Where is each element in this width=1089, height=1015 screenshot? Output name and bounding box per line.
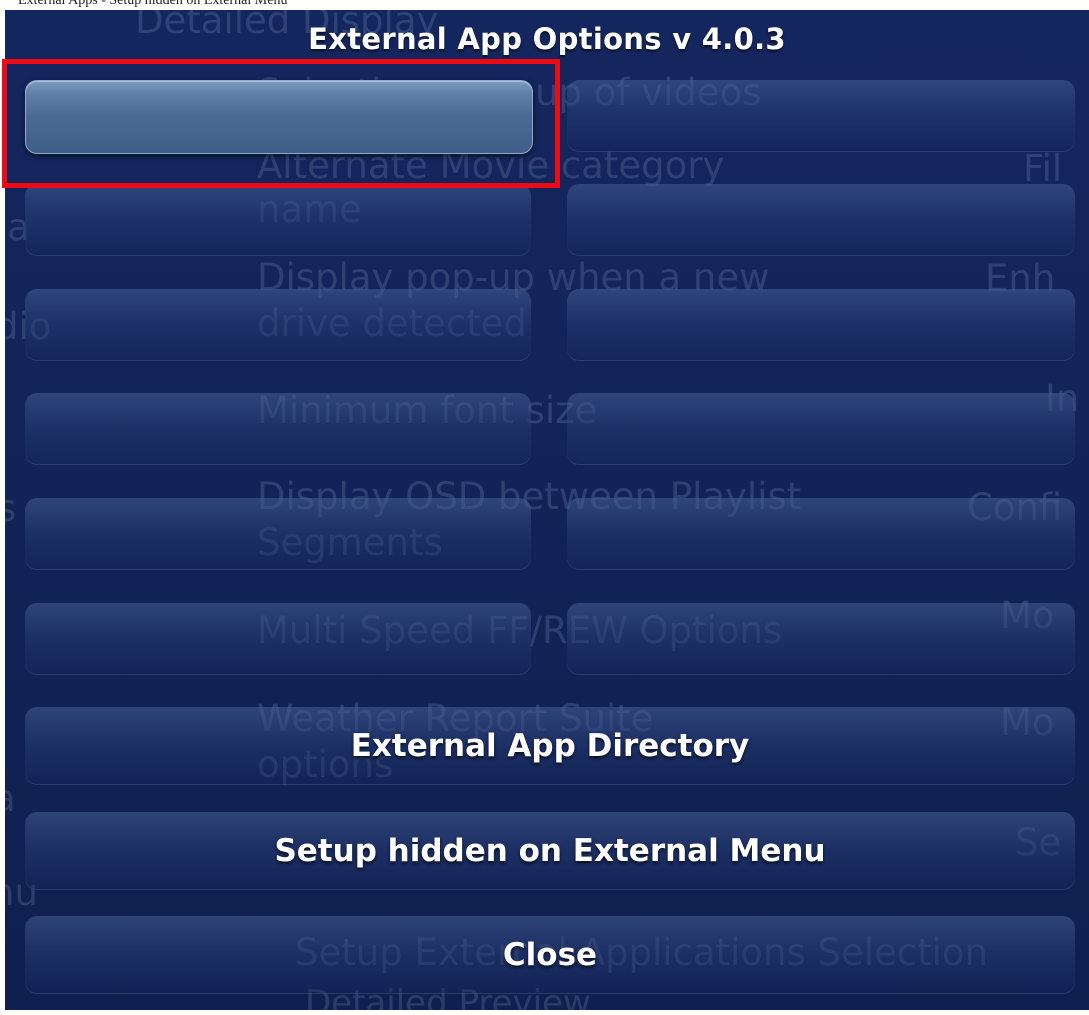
setup-hidden-button[interactable]: Setup hidden on External Menu: [25, 812, 1075, 890]
close-button[interactable]: Close: [25, 916, 1075, 994]
option-button-12[interactable]: [567, 603, 1075, 675]
screen: External Apps - Setup hidden on External…: [0, 0, 1089, 1015]
background-text: a: [5, 776, 16, 822]
option-button-3[interactable]: [25, 184, 531, 256]
option-button-11[interactable]: [25, 603, 531, 675]
background-window-title-text: External Apps - Setup hidden on External…: [18, 0, 288, 8]
option-button-1[interactable]: [25, 80, 533, 154]
external-app-directory-label: External App Directory: [350, 728, 750, 764]
external-app-options-dialog: Detailed Display Selecting a group of vi…: [5, 10, 1089, 1010]
option-button-6[interactable]: [567, 289, 1075, 361]
background-text: s: [5, 487, 17, 530]
dialog-title: External App Options v 4.0.3: [308, 22, 786, 56]
option-button-5[interactable]: [25, 289, 531, 361]
option-button-8[interactable]: [567, 393, 1075, 465]
option-button-10[interactable]: [567, 498, 1075, 570]
option-button-9[interactable]: [25, 498, 531, 570]
external-app-directory-button[interactable]: External App Directory: [25, 707, 1075, 785]
option-button-2[interactable]: [567, 80, 1075, 152]
background-window-title: External Apps - Setup hidden on External…: [0, 0, 1089, 10]
option-button-4[interactable]: [567, 184, 1075, 256]
setup-hidden-label: Setup hidden on External Menu: [274, 833, 826, 869]
option-button-7[interactable]: [25, 393, 531, 465]
close-label: Close: [502, 937, 598, 973]
